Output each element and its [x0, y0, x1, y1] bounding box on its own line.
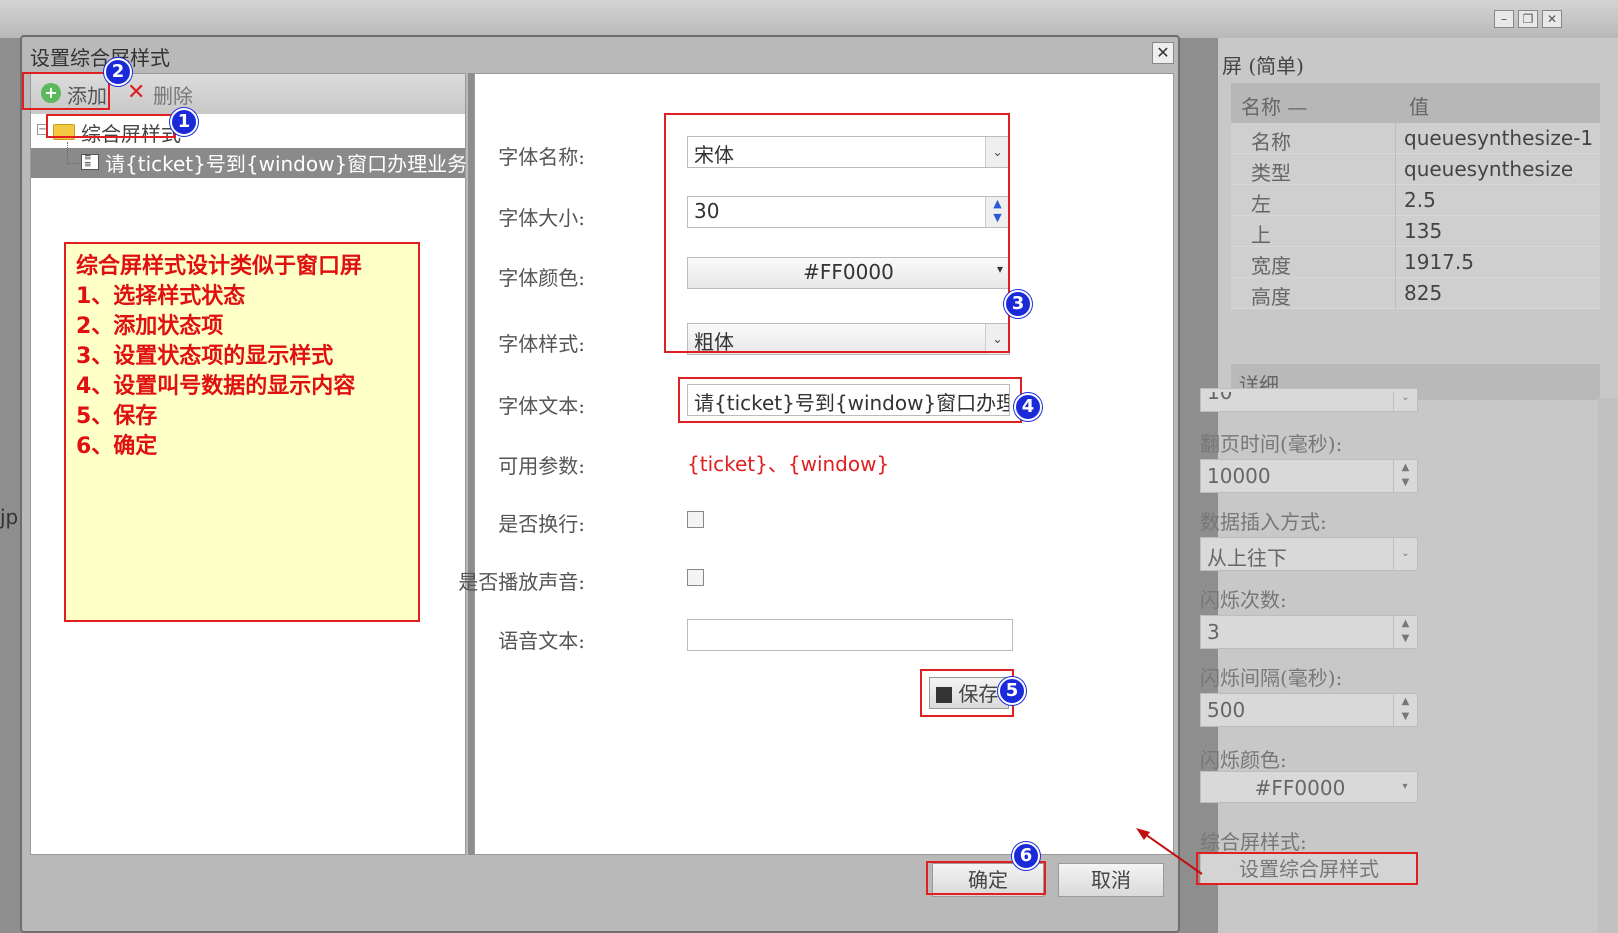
app-titlebar: [0, 0, 1618, 38]
property-panel: 屏 (简单) 名称 — 值 名称 queuesynthesize-1 类型 queu…: [1200, 38, 1618, 933]
step-badge-2: 2: [104, 58, 132, 86]
spinner-icon[interactable]: ▲ ▼: [1393, 694, 1417, 726]
spinner-icon[interactable]: ▲ ▼: [1393, 460, 1417, 492]
font-style-label: 字体样式:: [498, 332, 585, 356]
font-name-label: 字体名称:: [498, 145, 585, 169]
annotation-box-root: [46, 114, 176, 138]
property-key: 类型: [1251, 161, 1291, 185]
annotation-box-synth: [1196, 852, 1418, 885]
insert-mode-label: 数据插入方式:: [1200, 510, 1327, 534]
tree-item-label: 请{ticket}号到{window}窗口办理业务: [105, 152, 468, 176]
spinner-icon[interactable]: ▲ ▼: [1393, 616, 1417, 648]
scrollbar[interactable]: [1598, 398, 1618, 933]
blink-interval-label: 闪烁间隔(毫秒):: [1200, 666, 1343, 690]
item-icon: ≡ ≡: [81, 154, 99, 170]
params-label: 可用参数:: [498, 454, 585, 478]
minimize-button[interactable]: –: [1494, 10, 1514, 28]
property-key: 名称: [1251, 130, 1291, 154]
property-row[interactable]: 上 135: [1231, 216, 1600, 247]
property-value: queuesynthesize: [1404, 157, 1574, 181]
blink-count-input[interactable]: 3 ▲ ▼: [1200, 615, 1418, 649]
panel-title: 屏 (简单): [1222, 54, 1304, 78]
restore-button[interactable]: ❐: [1518, 10, 1538, 28]
page-interval-label: 翻页时间(毫秒):: [1200, 432, 1343, 456]
step-badge-3: 3: [1004, 290, 1032, 318]
property-grid-header: 名称 — 值: [1231, 83, 1600, 123]
wrap-label: 是否换行:: [498, 512, 585, 536]
annotation-box-add: [22, 72, 110, 110]
property-key: 左: [1251, 192, 1271, 216]
annotation-arrow-icon: [1136, 828, 1203, 875]
font-size-label: 字体大小:: [498, 206, 585, 230]
column-name-header[interactable]: 名称 —: [1241, 91, 1307, 120]
property-row[interactable]: 高度 825: [1231, 278, 1600, 309]
dropdown-icon[interactable]: ▾: [1393, 772, 1417, 802]
font-color-label: 字体颜色:: [498, 266, 585, 290]
step-badge-5: 5: [998, 677, 1026, 705]
blink-interval-input[interactable]: 500 ▲ ▼: [1200, 693, 1418, 727]
instruction-note: 综合屏样式设计类似于窗口屏 1、选择样式状态 2、添加状态项 3、设置状态项的显…: [64, 242, 420, 622]
property-row[interactable]: 宽度 1917.5: [1231, 247, 1600, 278]
sound-label: 是否播放声音:: [458, 570, 585, 594]
step-badge-1: 1: [170, 108, 198, 136]
note-line: 3、设置状态项的显示样式: [76, 344, 334, 369]
note-line: 4、设置叫号数据的显示内容: [76, 374, 356, 399]
step-badge-6: 6: [1012, 842, 1040, 870]
property-key: 上: [1251, 223, 1271, 247]
voice-text-label: 语音文本:: [498, 629, 585, 653]
blink-count-label: 闪烁次数:: [1200, 588, 1287, 612]
chevron-down-icon[interactable]: ⌄: [1393, 538, 1417, 570]
property-key: 宽度: [1251, 254, 1291, 278]
page-interval-input[interactable]: 10000 ▲ ▼: [1200, 459, 1418, 493]
annotation-box-style: [664, 113, 1010, 353]
note-line: 1、选择样式状态: [76, 284, 246, 309]
property-value: 1917.5: [1404, 250, 1474, 274]
sound-checkbox[interactable]: [687, 569, 704, 586]
tree-item-selected[interactable]: ≡ ≡ 请{ticket}号到{window}窗口办理业务: [31, 142, 468, 178]
property-value: 135: [1404, 219, 1443, 243]
property-value: queuesynthesize-1: [1404, 126, 1594, 150]
blink-color-picker[interactable]: #FF0000 ▾: [1200, 771, 1418, 803]
note-line: 5、保存: [76, 404, 158, 429]
left-edge-text: jp: [0, 505, 19, 529]
synth-style-label: 综合屏样式:: [1200, 830, 1307, 854]
note-line: 2、添加状态项: [76, 314, 224, 339]
wrap-checkbox[interactable]: [687, 511, 704, 528]
dialog-title: 设置综合屏样式: [30, 46, 170, 70]
font-text-label: 字体文本:: [498, 394, 585, 418]
property-row[interactable]: 名称 queuesynthesize-1: [1231, 123, 1600, 154]
property-value: 825: [1404, 281, 1443, 305]
params-value: {ticket}、{window}: [687, 452, 890, 476]
property-value: 2.5: [1404, 188, 1436, 212]
column-value-header[interactable]: 值: [1409, 91, 1429, 120]
partial-field[interactable]: 10 ⌄: [1200, 392, 1418, 412]
close-app-button[interactable]: ✕: [1542, 10, 1562, 28]
delete-button[interactable]: 删除: [153, 80, 193, 109]
dialog-close-button[interactable]: ✕: [1152, 42, 1174, 64]
blink-color-label: 闪烁颜色:: [1200, 748, 1287, 772]
note-line: 综合屏样式设计类似于窗口屏: [76, 254, 363, 279]
step-badge-4: 4: [1014, 393, 1042, 421]
property-key: 高度: [1251, 285, 1291, 309]
insert-mode-select[interactable]: 从上往下 ⌄: [1200, 537, 1418, 571]
property-row[interactable]: 左 2.5: [1231, 185, 1600, 216]
property-row[interactable]: 类型 queuesynthesize: [1231, 154, 1600, 185]
note-line: 6、确定: [76, 434, 158, 459]
delete-icon: ✕: [127, 80, 146, 105]
voice-text-input[interactable]: [687, 619, 1013, 651]
annotation-box-text: [678, 377, 1022, 423]
